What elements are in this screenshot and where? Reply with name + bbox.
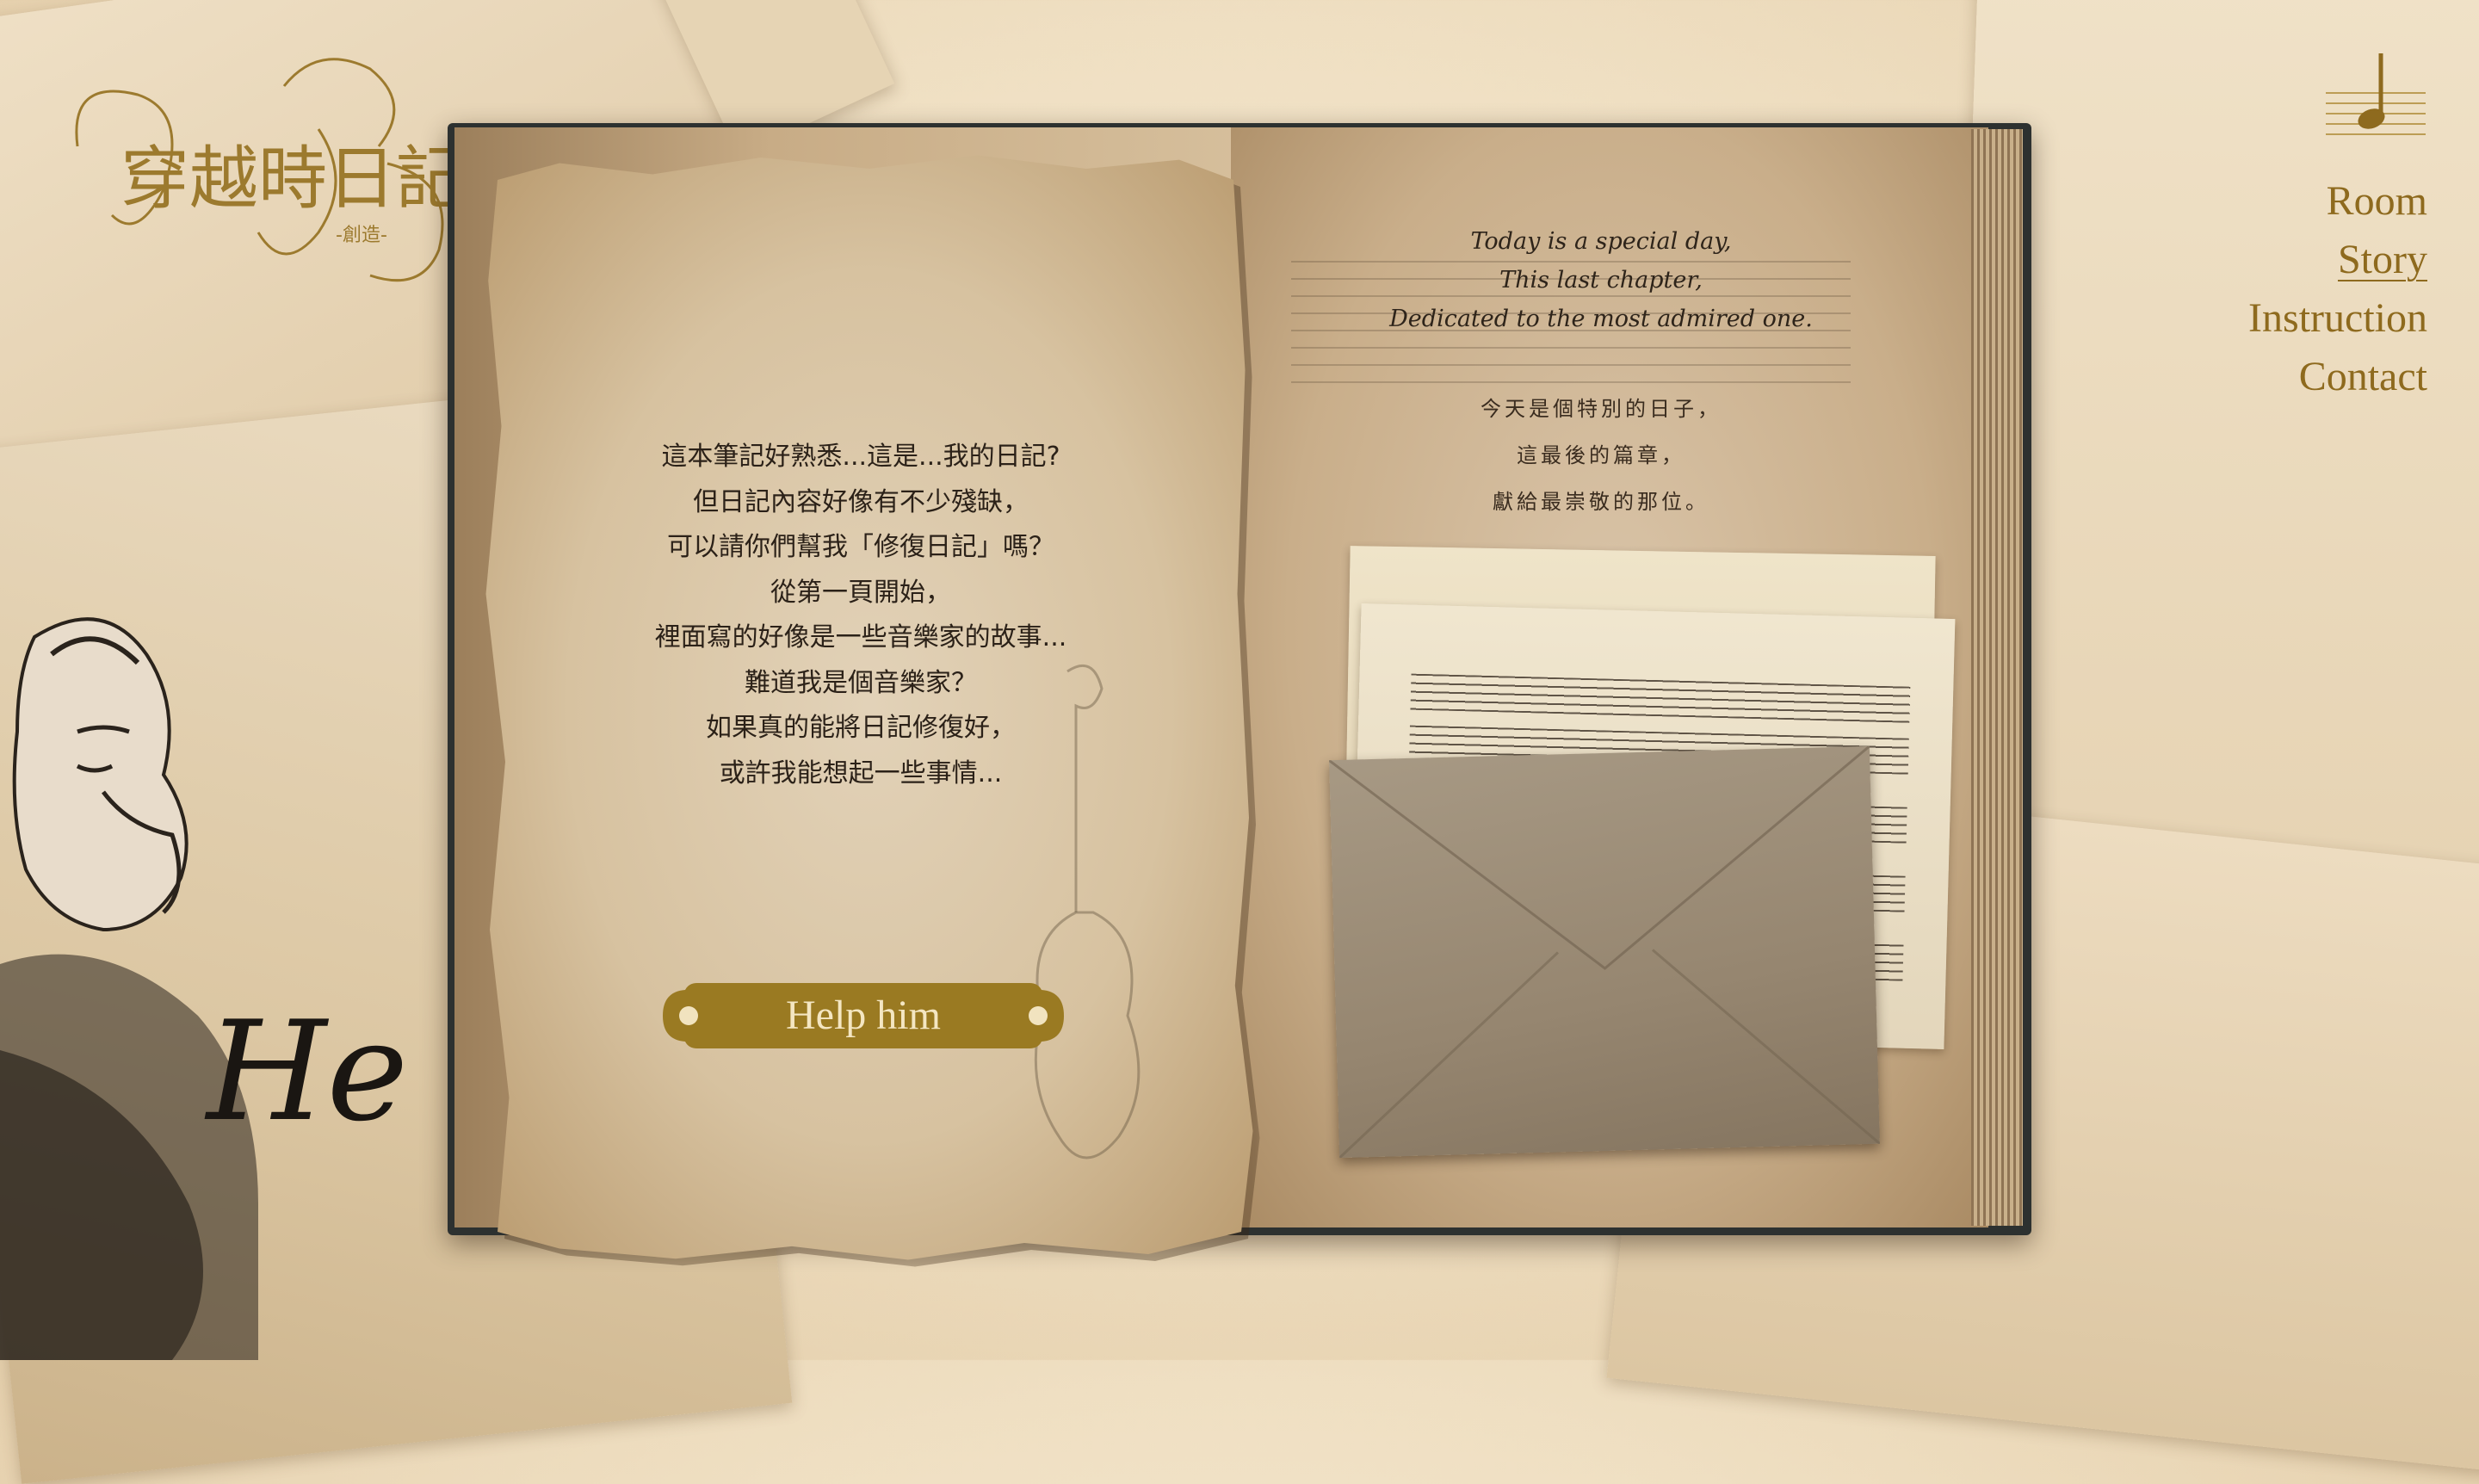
chinese-line: 這最後的篇章，	[1517, 443, 1685, 467]
english-line: This last chapter,	[1499, 267, 1703, 294]
logo-subtitle: -創造-	[336, 225, 387, 246]
envelope-fold-lines	[1328, 745, 1881, 1159]
story-line: 但日記內容好像有不少殘缺，	[693, 486, 1029, 517]
nav-item-contact[interactable]: Contact	[2248, 348, 2427, 406]
staff-lines	[1410, 673, 1911, 723]
help-him-button[interactable]: Help him	[663, 980, 1064, 1052]
chinese-dedication: 今天是個特別的日子， 這最後的篇章， 獻給最崇敬的那位。	[1394, 386, 1808, 525]
signature-text: He	[204, 991, 408, 1152]
book-page-edges	[1971, 129, 2023, 1226]
nav-item-instruction[interactable]: Instruction	[2248, 289, 2427, 348]
composer-portrait-sketch: He	[0, 617, 408, 1360]
story-line: 或許我能想起一些事情...	[719, 757, 1003, 788]
story-line: 裡面寫的好像是一些音樂家的故事...	[654, 622, 1067, 652]
story-text: 這本筆記好熟悉...這是...我的日記? 但日記內容好像有不少殘缺， 可以請你們…	[559, 435, 1162, 796]
english-dedication: Today is a special day, This last chapte…	[1343, 222, 1859, 338]
english-line: Today is a special day,	[1470, 228, 1732, 255]
music-note-icon[interactable]	[2324, 50, 2427, 145]
main-nav: Room Story Instruction Contact	[2248, 172, 2427, 406]
site-logo[interactable]: 穿越時日記 -創造-	[60, 43, 456, 301]
english-line: Dedicated to the most admired one.	[1389, 306, 1813, 332]
envelope[interactable]	[1328, 745, 1881, 1159]
story-line: 可以請你們幫我「修復日記」嗎？	[667, 532, 1054, 562]
story-line: 難道我是個音樂家？	[745, 667, 977, 698]
story-line: 從第一頁開始，	[770, 577, 951, 608]
logo-title: 穿越時日記	[121, 139, 456, 219]
chinese-line: 今天是個特別的日子，	[1481, 397, 1722, 421]
story-line: 如果真的能將日記修復好，	[706, 713, 1016, 743]
nav-item-room[interactable]: Room	[2248, 172, 2427, 231]
chinese-line: 獻給最崇敬的那位。	[1493, 490, 1709, 514]
nav-item-story[interactable]: Story	[2248, 231, 2427, 289]
story-line: 這本筆記好熟悉...這是...我的日記?	[661, 442, 1060, 472]
help-him-label: Help him	[786, 992, 941, 1038]
